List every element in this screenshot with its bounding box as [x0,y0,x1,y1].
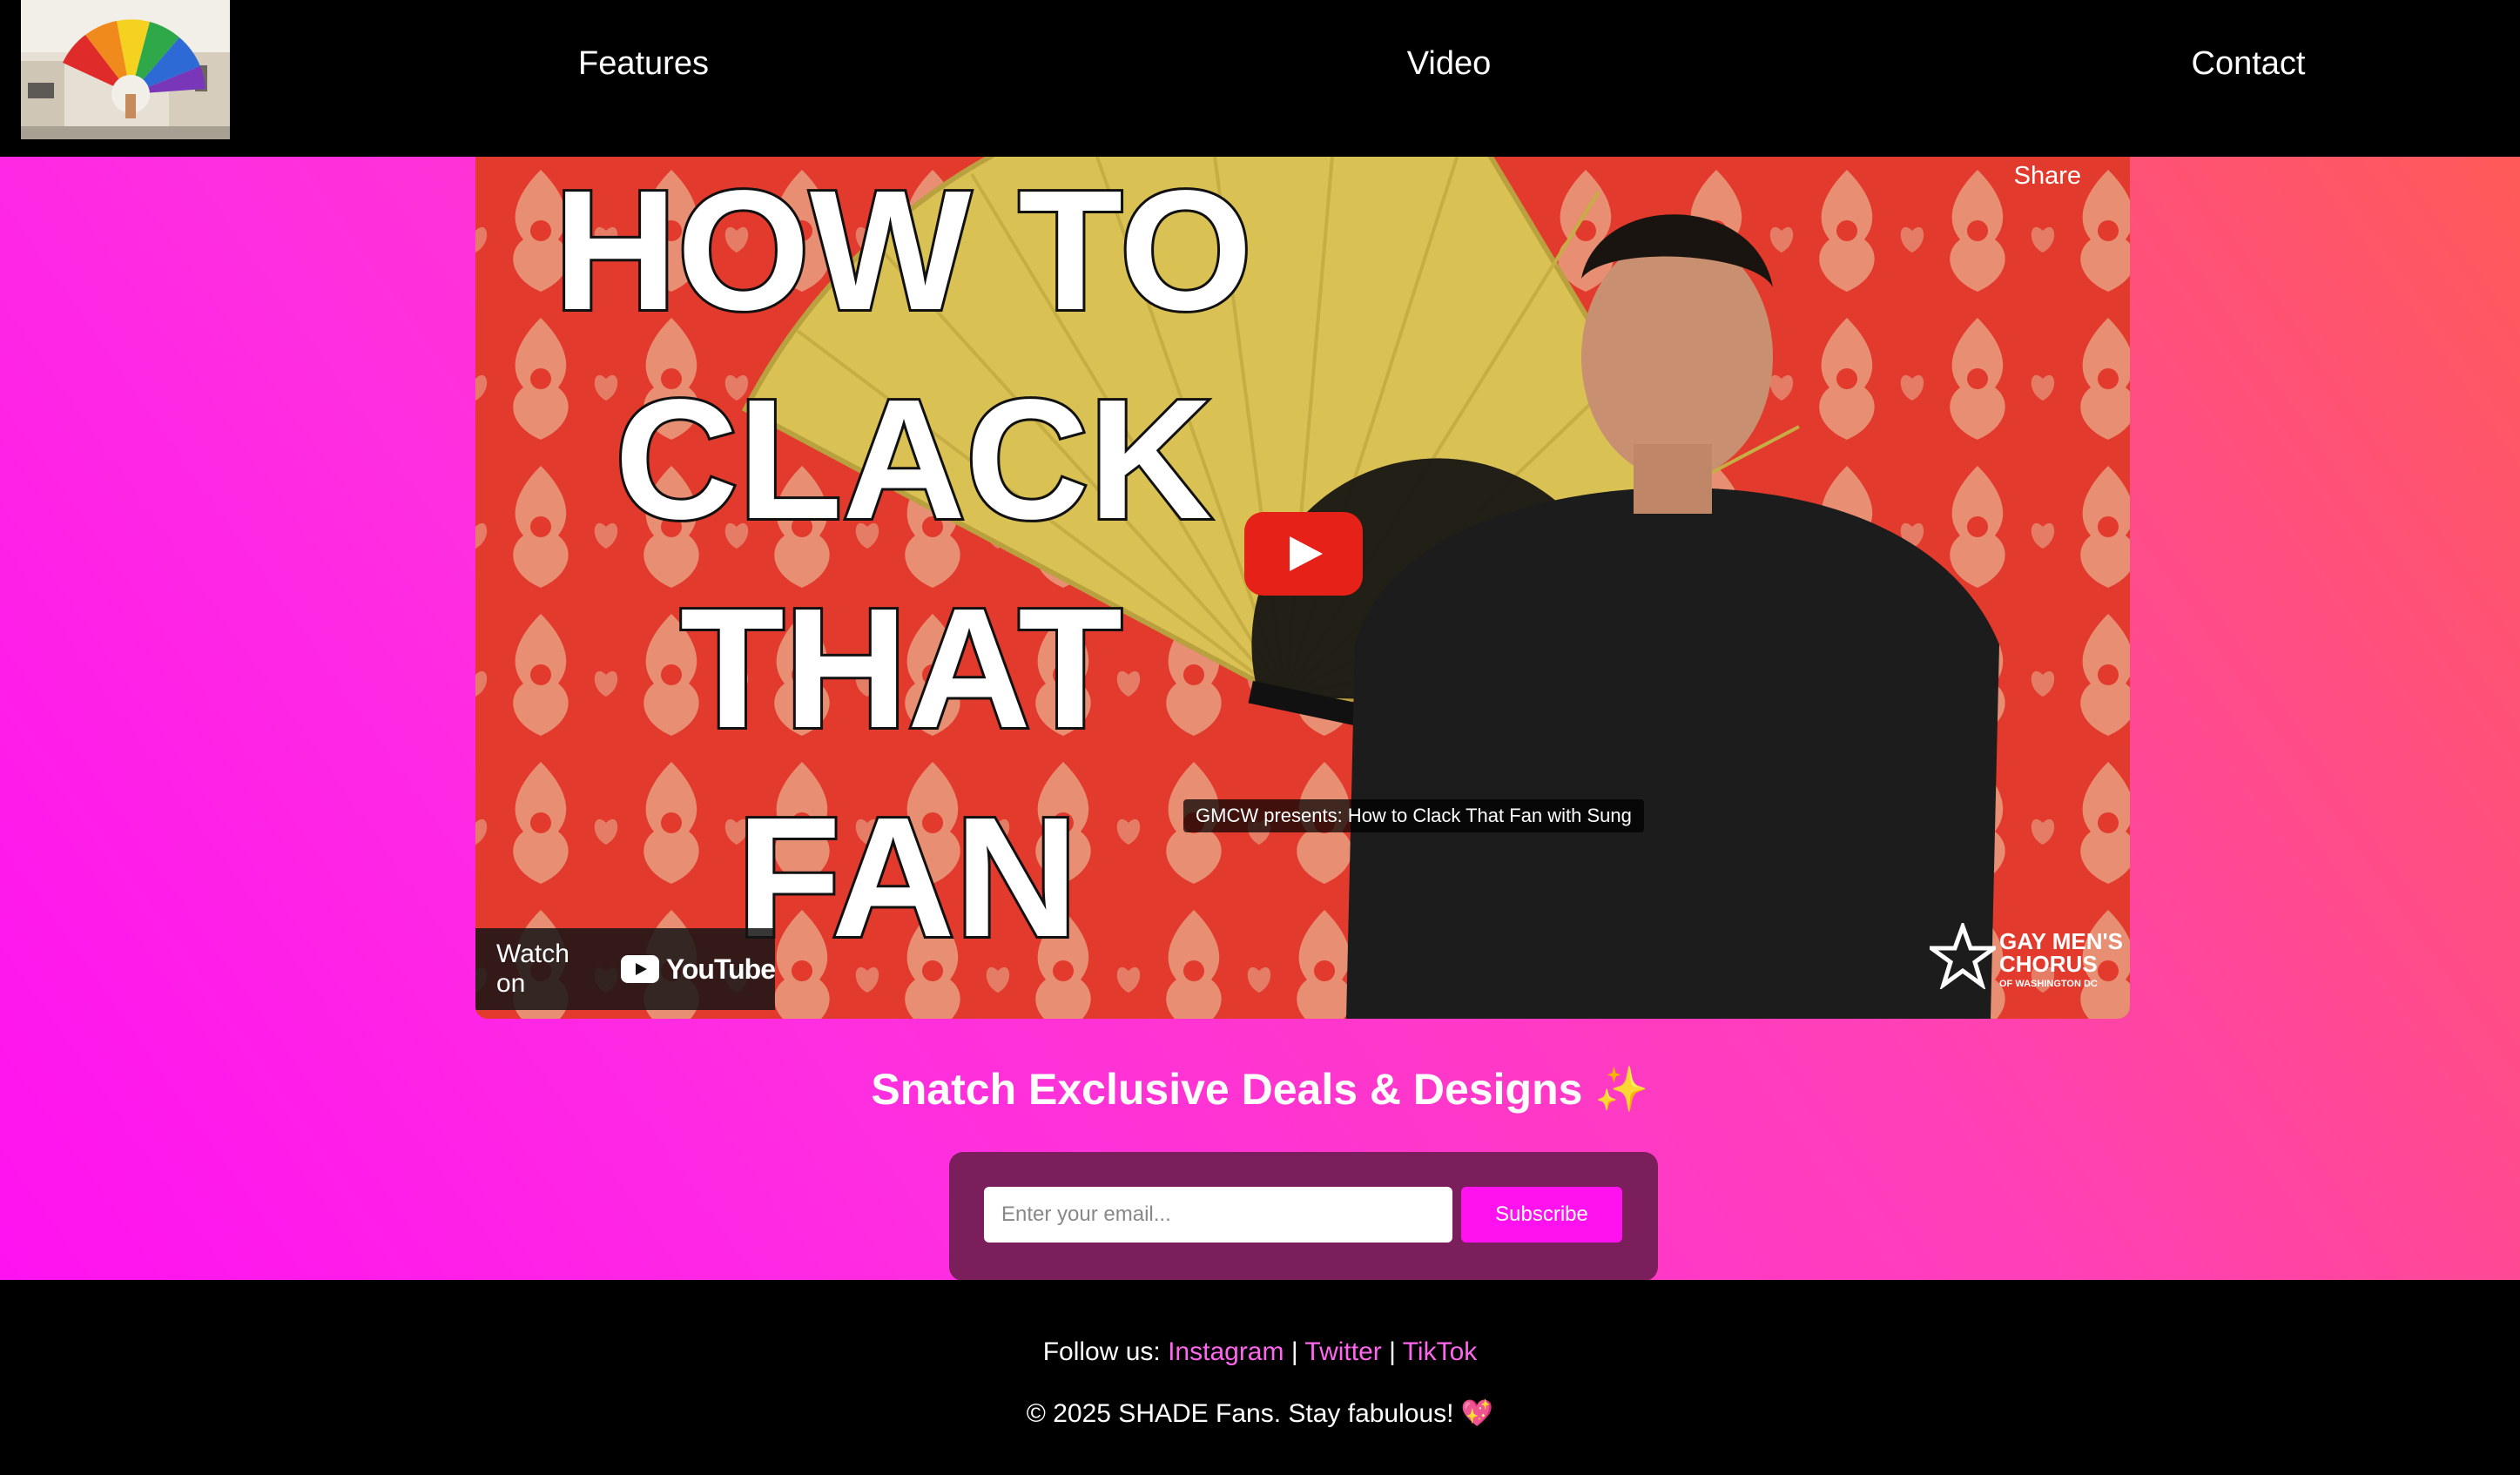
watch-on-label: Watch on [496,940,569,998]
nav-features[interactable]: Features [578,45,709,83]
svg-text:CLACK: CLACK [615,364,1212,555]
svg-text:THAT: THAT [680,573,1122,764]
youtube-wordmark: YouTube [665,953,776,985]
youtube-logo-icon: YouTube [620,953,776,986]
badge-line2: CHORUS [1999,951,2098,977]
site-footer: Follow us: Instagram | Twitter | TikTok … [0,1280,2520,1475]
badge-line3: OF WASHINGTON DC [1999,979,2098,989]
instagram-link[interactable]: Instagram [1168,1337,1284,1366]
logo-image[interactable] [21,0,230,139]
email-input[interactable] [984,1187,1452,1243]
video-caption: GMCW presents: How to Clack That Fan wit… [1183,799,1644,832]
svg-text:FAN: FAN [737,782,1078,973]
main-section: HOW TO CLACK THAT FAN Share GMCW present… [0,157,2520,1281]
nav-contact[interactable]: Contact [2192,45,2306,83]
nav-video[interactable]: Video [1407,45,1492,83]
svg-text:HOW TO: HOW TO [554,157,1252,346]
tiktok-link[interactable]: TikTok [1403,1337,1478,1366]
share-button[interactable]: Share [2014,162,2081,191]
play-icon[interactable] [1244,512,1363,596]
separator: | [1389,1337,1396,1366]
star-icon [1930,923,1996,989]
twitter-link[interactable]: Twitter [1304,1337,1381,1366]
site-header: Features Video Contact [0,0,2520,157]
copyright: © 2025 SHADE Fans. Stay fabulous! 💖 [1026,1399,1494,1428]
follow-us: Follow us: Instagram | Twitter | TikTok [0,1337,2520,1367]
badge-line1: GAY MEN'S [1999,928,2124,954]
subscribe-button[interactable]: Subscribe [1461,1187,1622,1243]
follow-label: Follow us: [1042,1337,1161,1366]
signup-form: Subscribe [949,1152,1658,1281]
youtube-embed[interactable]: HOW TO CLACK THAT FAN Share GMCW present… [475,157,2130,1019]
chorus-badge: GAY MEN'S CHORUS OF WASHINGTON DC [1930,923,2123,998]
separator: | [1290,1337,1298,1366]
deals-heading: Snatch Exclusive Deals & Designs ✨ [871,1065,1649,1114]
watch-on-youtube-button[interactable]: Watch on YouTube [475,928,776,1010]
